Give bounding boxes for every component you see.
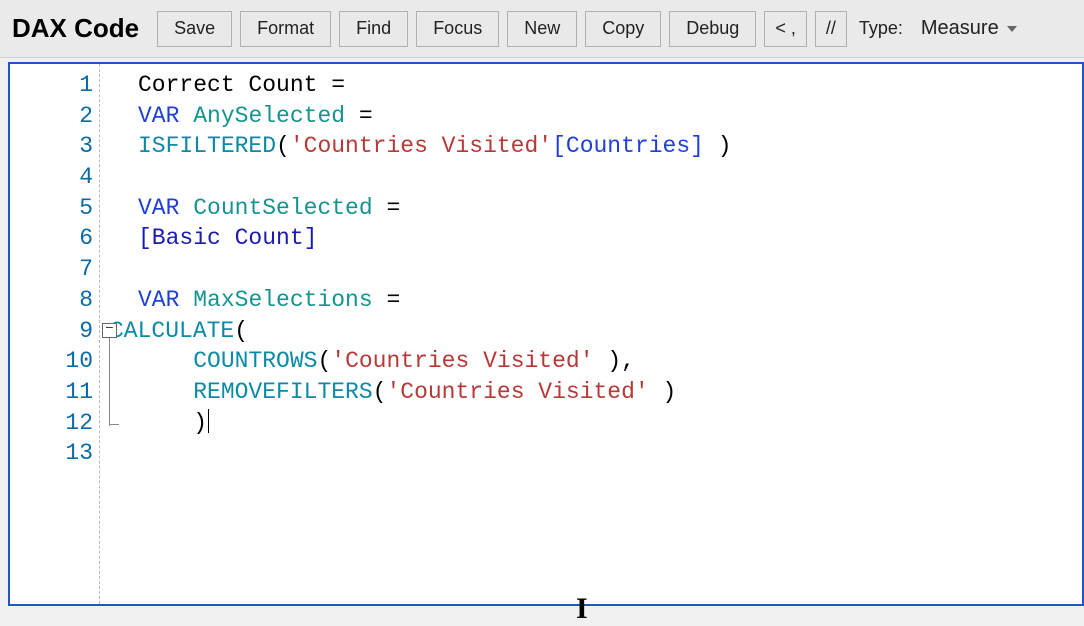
line-number: 4 bbox=[10, 162, 93, 193]
toolbar: DAX Code Save Format Find Focus New Copy… bbox=[0, 0, 1084, 58]
line-number: 9 bbox=[10, 316, 93, 347]
type-label: Type: bbox=[859, 18, 903, 39]
line-number: 13 bbox=[10, 438, 93, 469]
fold-toggle-icon[interactable]: − bbox=[102, 323, 117, 338]
debug-button[interactable]: Debug bbox=[669, 11, 756, 47]
save-button[interactable]: Save bbox=[157, 11, 232, 47]
code-area[interactable]: Correct Count =VAR AnySelected =ISFILTER… bbox=[128, 64, 1082, 604]
code-line[interactable]: Correct Count = bbox=[138, 70, 1082, 101]
line-number: 1 bbox=[10, 70, 93, 101]
code-line[interactable]: VAR MaxSelections = bbox=[138, 285, 1082, 316]
back-button[interactable]: < , bbox=[764, 11, 807, 47]
code-line[interactable] bbox=[138, 438, 1082, 469]
type-select-value: Measure bbox=[911, 17, 1021, 40]
app-title: DAX Code bbox=[12, 13, 139, 44]
line-number: 12 bbox=[10, 408, 93, 439]
code-editor[interactable]: 12345678910111213 − Correct Count =VAR A… bbox=[8, 62, 1084, 606]
line-number: 2 bbox=[10, 101, 93, 132]
format-button[interactable]: Format bbox=[240, 11, 331, 47]
code-line[interactable]: VAR CountSelected = bbox=[138, 193, 1082, 224]
line-number: 3 bbox=[10, 131, 93, 162]
caret bbox=[208, 409, 209, 433]
code-line[interactable]: ) bbox=[138, 408, 1082, 439]
code-line[interactable] bbox=[138, 162, 1082, 193]
line-number: 11 bbox=[10, 377, 93, 408]
code-line[interactable] bbox=[138, 254, 1082, 285]
new-button[interactable]: New bbox=[507, 11, 577, 47]
line-number-gutter: 12345678910111213 bbox=[10, 64, 100, 604]
line-number: 10 bbox=[10, 346, 93, 377]
find-button[interactable]: Find bbox=[339, 11, 408, 47]
chevron-down-icon bbox=[1007, 26, 1017, 32]
line-number: 5 bbox=[10, 193, 93, 224]
code-line[interactable]: ISFILTERED('Countries Visited'[Countries… bbox=[138, 131, 1082, 162]
code-line[interactable]: VAR AnySelected = bbox=[138, 101, 1082, 132]
line-number: 8 bbox=[10, 285, 93, 316]
focus-button[interactable]: Focus bbox=[416, 11, 499, 47]
code-line[interactable]: [Basic Count] bbox=[138, 223, 1082, 254]
type-select[interactable]: Measure bbox=[911, 17, 1021, 40]
fold-column[interactable]: − bbox=[100, 64, 128, 604]
comment-button[interactable]: // bbox=[815, 11, 847, 47]
copy-button[interactable]: Copy bbox=[585, 11, 661, 47]
code-line[interactable]: CALCULATE( bbox=[110, 316, 1082, 347]
code-line[interactable]: COUNTROWS('Countries Visited' ), bbox=[138, 346, 1082, 377]
line-number: 6 bbox=[10, 223, 93, 254]
line-number: 7 bbox=[10, 254, 93, 285]
code-line[interactable]: REMOVEFILTERS('Countries Visited' ) bbox=[138, 377, 1082, 408]
